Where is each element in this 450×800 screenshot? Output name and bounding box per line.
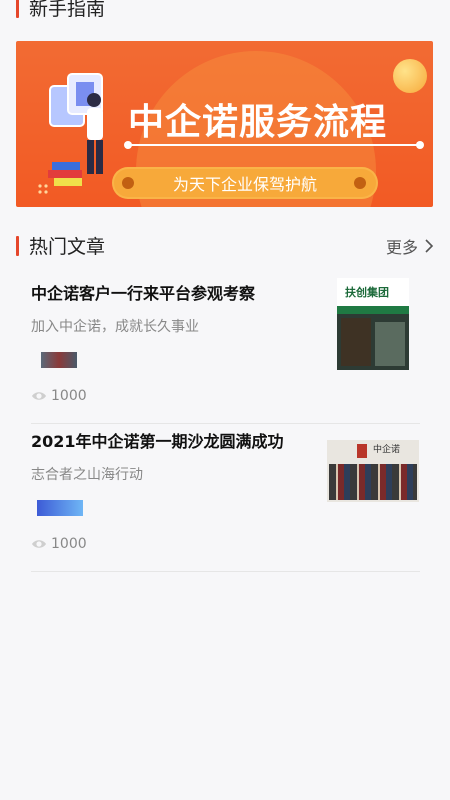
view-count: 1000 — [31, 388, 87, 404]
hot-section-header: 热门文章 更多 — [16, 232, 434, 259]
section-accent-bar — [16, 235, 19, 256]
section-accent-bar — [16, 0, 19, 18]
banner-slogan: 为天下企业保驾护航 — [172, 175, 317, 194]
person-illustration-icon — [38, 73, 103, 194]
banner-progress-line — [124, 141, 424, 149]
view-count-value: 1000 — [51, 388, 87, 404]
more-link[interactable]: 更多 — [386, 234, 434, 258]
eye-icon — [32, 540, 46, 548]
hot-section-title: 热门文章 — [29, 236, 106, 258]
view-count-value: 1000 — [51, 536, 87, 552]
article-card[interactable]: 中企诺客户一行来平台参观考察 加入中企诺，成就长久事业 扶创集团 1000 — [31, 278, 420, 424]
article-inline-image — [41, 352, 77, 368]
eye-icon — [32, 392, 46, 400]
article-thumbnail: 扶创集团 — [337, 278, 409, 370]
guide-section-title: 新手指南 — [29, 0, 106, 20]
view-count: 1000 — [31, 536, 87, 552]
banner-title: 中企诺服务流程 — [128, 102, 388, 143]
article-thumbnail: 中企诺 — [327, 440, 419, 502]
thumb-sign-text: 中企诺 — [373, 445, 401, 455]
banner-pill-dot-right — [354, 177, 366, 189]
banner-slogan-pill: 为天下企业保驾护航 — [112, 167, 378, 199]
guide-section-header: 新手指南 — [16, 0, 434, 21]
article-card[interactable]: 2021年中企诺第一期沙龙圆满成功 志合者之山海行动 中企诺 1000 — [31, 428, 420, 572]
more-label: 更多 — [385, 237, 418, 257]
service-process-banner[interactable]: 中企诺服务流程 为天下企业保驾护航 — [16, 41, 433, 207]
article-inline-image — [37, 500, 83, 516]
banner-pill-dot-left — [122, 177, 134, 189]
thumb-sign-text: 扶创集团 — [345, 286, 389, 299]
chevron-right-icon — [425, 238, 434, 253]
banner-bubble-icon — [393, 59, 427, 93]
